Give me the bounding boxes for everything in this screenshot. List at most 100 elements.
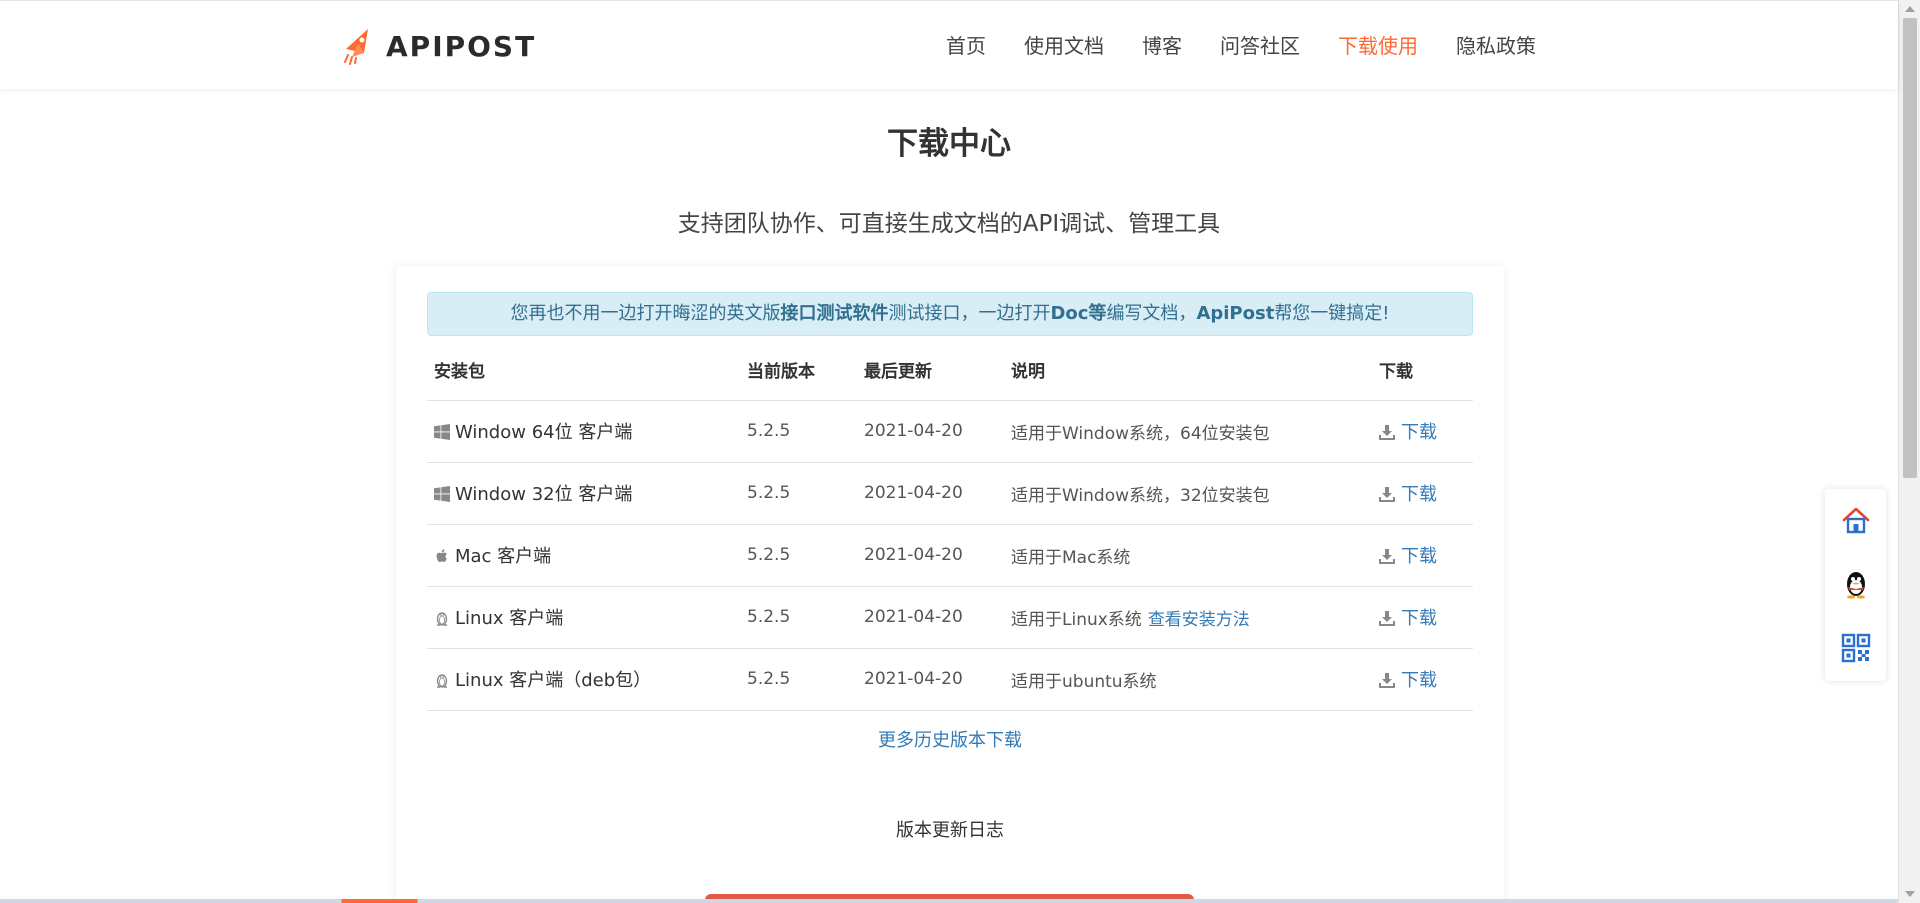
page-scrollbar[interactable] — [1898, 0, 1920, 903]
qrcode-icon[interactable] — [1841, 633, 1871, 663]
download-link[interactable]: 下载 — [1379, 670, 1437, 691]
download-cell: 下载 — [1372, 524, 1473, 587]
notice-bold-text: 接口测试软件 — [780, 303, 889, 324]
rocket-logo-icon — [344, 29, 368, 65]
table-row: Linux 客户端（deb包） 5.2.5 2021-04-20 适用于ubun… — [427, 648, 1473, 711]
download-icon — [1379, 673, 1395, 688]
nav-docs[interactable]: 使用文档 — [1024, 31, 1104, 61]
notice-text: 您再也不用一边打开晦涩的英文版 — [510, 303, 781, 324]
notice-bold-text: Doc等 — [1050, 303, 1107, 324]
package-cell: Linux 客户端 — [427, 586, 740, 649]
windows-icon — [434, 424, 450, 440]
page-title: 下载中心 — [887, 126, 1011, 162]
download-link[interactable]: 下载 — [1379, 484, 1437, 505]
col-header-description: 说明 — [1004, 340, 1372, 401]
more-history-versions-link[interactable]: 更多历史版本下载 — [396, 726, 1504, 752]
qq-icon[interactable] — [1841, 569, 1871, 599]
col-header-download: 下载 — [1372, 340, 1473, 401]
package-name: Window 64位 客户端 — [455, 422, 633, 443]
version-cell: 5.2.5 — [740, 524, 857, 587]
download-cell: 下载 — [1372, 586, 1473, 649]
download-icon — [1379, 611, 1395, 626]
description-text: 适用于ubuntu系统 — [1011, 671, 1157, 692]
download-cell: 下载 — [1372, 648, 1473, 711]
table-row: Mac 客户端 5.2.5 2021-04-20 适用于Mac系统 下载 — [427, 524, 1473, 587]
changelog-heading[interactable]: 版本更新日志 — [396, 816, 1504, 842]
download-card: 您再也不用一边打开晦涩的英文版接口测试软件测试接口，一边打开Doc等编写文档，A… — [396, 266, 1504, 903]
download-link[interactable]: 下载 — [1379, 422, 1437, 443]
scroll-down-arrow-icon[interactable] — [1905, 891, 1915, 897]
description-cell: 适用于Window系统，32位安装包 — [1004, 462, 1372, 525]
info-notice: 您再也不用一边打开晦涩的英文版接口测试软件测试接口，一边打开Doc等编写文档，A… — [427, 292, 1473, 336]
updated-cell: 2021-04-20 — [857, 524, 1004, 587]
nav-privacy[interactable]: 隐私政策 — [1456, 31, 1536, 61]
package-name: Window 32位 客户端 — [455, 484, 633, 505]
notice-text: 帮您一键搞定! — [1274, 303, 1390, 324]
page-subtitle: 支持团队协作、可直接生成文档的API调试、管理工具 — [677, 211, 1221, 237]
site-header: APIPOST 首页 使用文档 博客 问答社区 下载使用 隐私政策 — [0, 0, 1898, 89]
linux-icon — [436, 612, 448, 626]
notice-text: 测试接口，一边打开 — [888, 303, 1051, 324]
description-cell: 适用于Linux系统 查看安装方法 — [1004, 586, 1372, 649]
table-header-row: 安装包 当前版本 最后更新 说明 下载 — [427, 340, 1473, 401]
download-table: 安装包 当前版本 最后更新 说明 下载 Window 64位 客户端 5.2.5… — [427, 340, 1473, 711]
download-icon — [1379, 549, 1395, 564]
windows-icon — [434, 486, 450, 502]
notice-text: 编写文档， — [1106, 303, 1197, 324]
nav-download[interactable]: 下载使用 — [1338, 31, 1418, 61]
package-cell: Linux 客户端（deb包） — [427, 648, 740, 711]
download-label: 下载 — [1401, 608, 1437, 629]
table-row: Window 32位 客户端 5.2.5 2021-04-20 适用于Windo… — [427, 462, 1473, 525]
download-icon — [1379, 487, 1395, 502]
description-cell: 适用于ubuntu系统 — [1004, 648, 1372, 711]
updated-cell: 2021-04-20 — [857, 400, 1004, 463]
package-name: Linux 客户端 — [455, 608, 564, 629]
logo-text: APIPOST — [386, 29, 537, 63]
bottom-border — [0, 899, 1898, 903]
home-icon[interactable] — [1841, 505, 1871, 535]
download-link[interactable]: 下载 — [1379, 608, 1437, 629]
description-text: 适用于Linux系统 — [1011, 609, 1142, 630]
download-label: 下载 — [1401, 422, 1437, 443]
package-name: Mac 客户端 — [455, 546, 552, 567]
notice-bold-text: ApiPost — [1196, 303, 1275, 324]
linux-icon — [436, 674, 448, 688]
download-label: 下载 — [1401, 484, 1437, 505]
updated-cell: 2021-04-20 — [857, 648, 1004, 711]
download-cell: 下载 — [1372, 462, 1473, 525]
version-cell: 5.2.5 — [740, 586, 857, 649]
nav-community[interactable]: 问答社区 — [1220, 31, 1300, 61]
package-cell: Window 64位 客户端 — [427, 400, 740, 463]
scroll-up-arrow-icon[interactable] — [1905, 6, 1915, 12]
table-row: Linux 客户端 5.2.5 2021-04-20 适用于Linux系统 查看安… — [427, 586, 1473, 649]
version-cell: 5.2.5 — [740, 648, 857, 711]
download-cell: 下载 — [1372, 400, 1473, 463]
col-header-package: 安装包 — [427, 340, 740, 401]
table-row: Window 64位 客户端 5.2.5 2021-04-20 适用于Windo… — [427, 400, 1473, 463]
download-link[interactable]: 下载 — [1379, 546, 1437, 567]
scrollbar-thumb[interactable] — [1903, 18, 1917, 478]
apple-icon — [436, 549, 447, 562]
version-cell: 5.2.5 — [740, 400, 857, 463]
main-nav: 首页 使用文档 博客 问答社区 下载使用 隐私政策 — [946, 31, 1574, 61]
version-cell: 5.2.5 — [740, 462, 857, 525]
package-cell: Mac 客户端 — [427, 524, 740, 587]
package-cell: Window 32位 客户端 — [427, 462, 740, 525]
apipost-logo[interactable]: APIPOST — [342, 27, 536, 65]
description-text: 适用于Window系统，64位安装包 — [1011, 423, 1270, 444]
description-text: 适用于Window系统，32位安装包 — [1011, 485, 1270, 506]
nav-blog[interactable]: 博客 — [1142, 31, 1182, 61]
download-icon — [1379, 425, 1395, 440]
download-label: 下载 — [1401, 546, 1437, 567]
updated-cell: 2021-04-20 — [857, 462, 1004, 525]
description-cell: 适用于Mac系统 — [1004, 524, 1372, 587]
download-label: 下载 — [1401, 670, 1437, 691]
package-name: Linux 客户端（deb包） — [455, 670, 652, 691]
floating-sidebar — [1825, 489, 1886, 681]
nav-home[interactable]: 首页 — [946, 31, 986, 61]
description-cell: 适用于Window系统，64位安装包 — [1004, 400, 1372, 463]
col-header-version: 当前版本 — [740, 340, 857, 401]
install-guide-link[interactable]: 查看安装方法 — [1148, 610, 1250, 630]
col-header-updated: 最后更新 — [857, 340, 1004, 401]
updated-cell: 2021-04-20 — [857, 586, 1004, 649]
